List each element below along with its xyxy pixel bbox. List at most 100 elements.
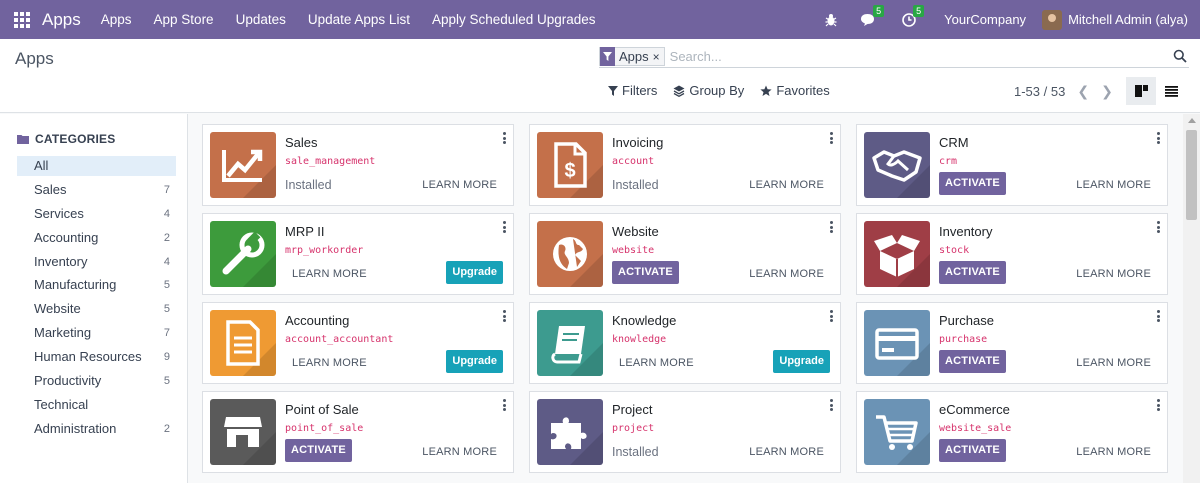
learn-more-button[interactable]: LEARN MORE — [1076, 357, 1151, 369]
category-label: Accounting — [34, 229, 99, 245]
learn-more-button[interactable]: LEARN MORE — [1076, 446, 1151, 458]
kanban-view-icon[interactable] — [1126, 77, 1156, 105]
learn-more-button[interactable]: LEARN MORE — [292, 268, 367, 280]
kebab-menu-icon[interactable] — [503, 310, 506, 324]
learn-more-button[interactable]: LEARN MORE — [749, 446, 824, 458]
learn-more-button[interactable]: LEARN MORE — [1076, 179, 1151, 191]
app-card-accounting[interactable]: Accounting account_accountant LEARN MORE… — [202, 302, 514, 384]
pager-next-icon[interactable]: ❯ — [1101, 83, 1113, 100]
activate-button[interactable]: ACTIVATE — [939, 350, 1006, 373]
kebab-menu-icon[interactable] — [503, 399, 506, 413]
app-card-inventory[interactable]: Inventory stock ACTIVATE LEARN MORE — [856, 213, 1168, 295]
list-view-icon[interactable] — [1156, 77, 1186, 105]
search-icon[interactable] — [1173, 49, 1187, 66]
app-card-invoicing[interactable]: $ Invoicing account Installed LEARN MORE — [529, 124, 841, 206]
app-card-sales[interactable]: Sales sale_management Installed LEARN MO… — [202, 124, 514, 206]
menu-apps[interactable]: Apps — [101, 12, 132, 27]
search-options: Filters Group By Favorites — [608, 83, 846, 98]
kebab-menu-icon[interactable] — [503, 221, 506, 235]
menu-update-apps-list[interactable]: Update Apps List — [308, 12, 410, 27]
activities-count-badge: 5 — [913, 4, 925, 17]
categories-list: All Sales 7 Services 4 Accounting 2 Invento… — [17, 156, 176, 443]
kebab-menu-icon[interactable] — [830, 132, 833, 146]
app-card-crm[interactable]: CRM crm ACTIVATE LEARN MORE — [856, 124, 1168, 206]
category-count: 4 — [163, 207, 170, 220]
layers-icon — [673, 85, 685, 97]
learn-more-button[interactable]: LEARN MORE — [422, 179, 497, 191]
pager-previous-icon[interactable]: ❮ — [1077, 83, 1089, 100]
category-productivity[interactable]: Productivity 5 — [17, 371, 176, 391]
category-sales[interactable]: Sales 7 — [17, 180, 176, 200]
facet-remove-button[interactable]: × — [653, 50, 664, 64]
app-card-mrp-ii[interactable]: MRP II mrp_workorder LEARN MORE Upgrade — [202, 213, 514, 295]
vertical-scrollbar[interactable] — [1183, 114, 1200, 483]
kebab-menu-icon[interactable] — [830, 310, 833, 324]
upgrade-button[interactable]: Upgrade — [773, 350, 830, 373]
category-administration[interactable]: Administration 2 — [17, 419, 176, 439]
menu-apply-scheduled-upgrades[interactable]: Apply Scheduled Upgrades — [432, 12, 596, 27]
user-avatar[interactable] — [1042, 9, 1063, 30]
category-count: 5 — [163, 375, 170, 388]
kebab-menu-icon[interactable] — [503, 132, 506, 146]
category-technical[interactable]: Technical — [17, 395, 176, 415]
category-services[interactable]: Services 4 — [17, 204, 176, 224]
learn-more-button[interactable]: LEARN MORE — [749, 268, 824, 280]
kebab-menu-icon[interactable] — [830, 399, 833, 413]
category-inventory[interactable]: Inventory 4 — [17, 252, 176, 272]
app-card-point-of-sale[interactable]: Point of Sale point_of_sale ACTIVATE LEA… — [202, 391, 514, 473]
activate-button[interactable]: ACTIVATE — [939, 261, 1006, 284]
activate-button[interactable]: ACTIVATE — [939, 439, 1006, 462]
scrollbar-thumb[interactable] — [1186, 130, 1197, 220]
user-menu[interactable]: Mitchell Admin (alya) — [1068, 12, 1188, 27]
kebab-menu-icon[interactable] — [1157, 132, 1160, 146]
activate-button[interactable]: ACTIVATE — [939, 172, 1006, 195]
learn-more-button[interactable]: LEARN MORE — [422, 446, 497, 458]
kebab-menu-icon[interactable] — [1157, 399, 1160, 413]
group-by-button[interactable]: Group By — [673, 83, 744, 98]
app-menu-grid-icon[interactable] — [14, 11, 30, 28]
favorites-button[interactable]: Favorites — [760, 83, 830, 98]
learn-more-button[interactable]: LEARN MORE — [292, 357, 367, 369]
debug-bug-icon[interactable] — [824, 10, 838, 30]
activities-clock-icon[interactable]: 5 — [902, 4, 925, 30]
search-input[interactable] — [669, 49, 1070, 64]
category-website[interactable]: Website 5 — [17, 299, 176, 319]
app-card-ecommerce[interactable]: eCommerce website_sale ACTIVATE LEARN MO… — [856, 391, 1168, 473]
category-accounting[interactable]: Accounting 2 — [17, 228, 176, 248]
category-all[interactable]: All — [17, 156, 176, 176]
menu-app-store[interactable]: App Store — [154, 12, 214, 27]
category-count: 9 — [163, 351, 170, 364]
app-card-website[interactable]: Website website ACTIVATE LEARN MORE — [529, 213, 841, 295]
filters-button[interactable]: Filters — [608, 83, 657, 98]
activate-button[interactable]: ACTIVATE — [285, 439, 352, 462]
company-switcher[interactable]: YourCompany — [944, 12, 1026, 27]
category-marketing[interactable]: Marketing 7 — [17, 323, 176, 343]
app-card-project[interactable]: Project project Installed LEARN MORE — [529, 391, 841, 473]
app-technical-name: purchase — [939, 334, 988, 345]
learn-more-button[interactable]: LEARN MORE — [749, 179, 824, 191]
upgrade-button[interactable]: Upgrade — [446, 261, 503, 284]
app-card-purchase[interactable]: Purchase purchase ACTIVATE LEARN MORE — [856, 302, 1168, 384]
app-name: Point of Sale — [285, 402, 359, 417]
navbar-brand[interactable]: Apps — [42, 10, 81, 30]
search-facet-apps: Apps × — [599, 47, 665, 66]
kebab-menu-icon[interactable] — [1157, 221, 1160, 235]
categories-sidebar: CATEGORIES All Sales 7 Services 4 Accounti… — [0, 114, 188, 483]
app-card-knowledge[interactable]: Knowledge knowledge LEARN MORE Upgrade — [529, 302, 841, 384]
learn-more-button[interactable]: LEARN MORE — [619, 357, 694, 369]
menu-updates[interactable]: Updates — [236, 12, 286, 27]
category-manufacturing[interactable]: Manufacturing 5 — [17, 275, 176, 295]
learn-more-button[interactable]: LEARN MORE — [1076, 268, 1151, 280]
filter-icon — [608, 85, 618, 96]
category-count: 5 — [163, 303, 170, 316]
activate-button[interactable]: ACTIVATE — [612, 261, 679, 284]
category-human-resources[interactable]: Human Resources 9 — [17, 347, 176, 367]
pager-value[interactable]: 1-53 / 53 — [1014, 84, 1065, 99]
scroll-up-arrow-icon[interactable] — [1188, 118, 1196, 123]
upgrade-button[interactable]: Upgrade — [446, 350, 503, 373]
kebab-menu-icon[interactable] — [1157, 310, 1160, 324]
app-technical-name: website — [612, 245, 655, 256]
messages-chat-icon[interactable]: 5 — [860, 4, 885, 30]
kebab-menu-icon[interactable] — [830, 221, 833, 235]
cart-icon — [864, 399, 930, 465]
